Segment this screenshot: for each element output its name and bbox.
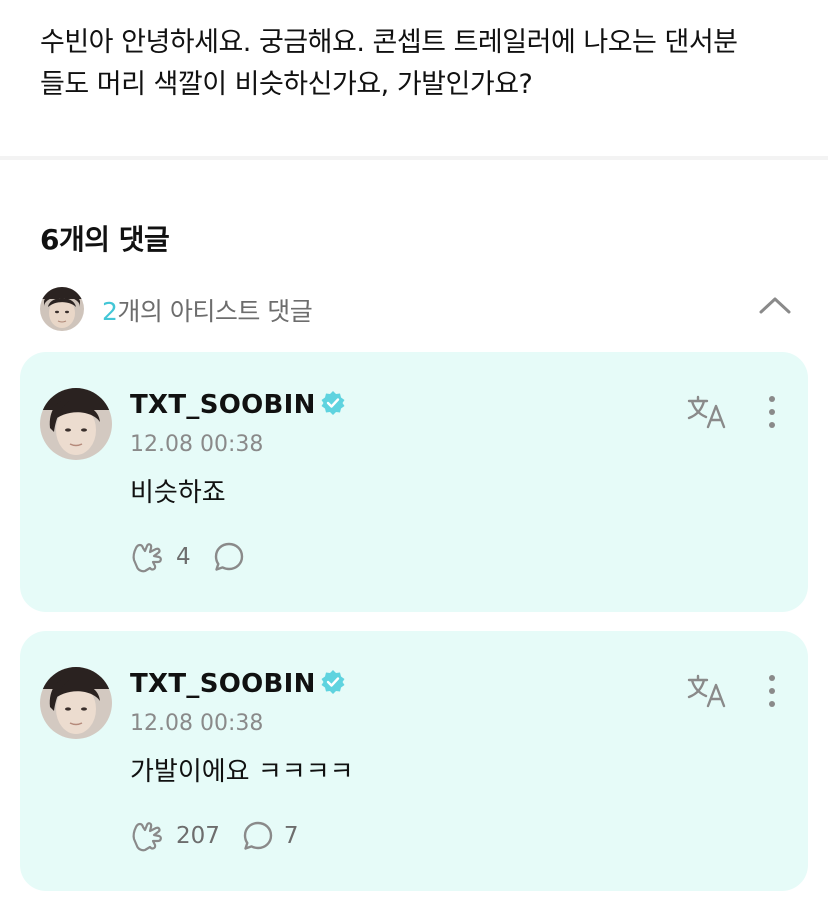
avatar[interactable] bbox=[40, 388, 112, 460]
comment-actions: 4 bbox=[130, 540, 255, 574]
cheer-icon[interactable] bbox=[130, 540, 164, 574]
translate-icon[interactable] bbox=[686, 673, 728, 709]
more-vertical-icon[interactable] bbox=[762, 673, 782, 709]
comment-timestamp: 12.08 00:38 bbox=[130, 432, 264, 457]
reply-count: 7 bbox=[283, 823, 299, 849]
section-divider bbox=[0, 156, 828, 160]
artist-comment-card: TXT_SOOBIN 12.08 00:38 비슷하죠 4 bbox=[20, 352, 808, 612]
artist-avatar bbox=[40, 287, 84, 331]
post-question-text: 수빈아 안녕하세요. 궁금해요. 콘셉트 트레일러에 나오는 댄서분 들도 머리… bbox=[40, 27, 738, 100]
more-vertical-icon[interactable] bbox=[762, 394, 782, 430]
artist-comments-label: 2개의 아티스트 댓글 bbox=[102, 292, 313, 328]
like-count: 207 bbox=[176, 823, 220, 849]
artist-comments-count: 2 bbox=[102, 297, 118, 326]
comment-bubble-icon[interactable] bbox=[213, 541, 245, 573]
translate-icon[interactable] bbox=[686, 394, 728, 430]
comments-count-title: 6개의 댓글 bbox=[40, 223, 170, 256]
verified-badge-icon bbox=[321, 391, 345, 415]
author-name: TXT_SOOBIN bbox=[130, 390, 316, 420]
comment-bubble-icon[interactable] bbox=[242, 820, 274, 852]
comment-timestamp: 12.08 00:38 bbox=[130, 711, 264, 736]
comment-text: 비슷하죠 bbox=[130, 478, 226, 508]
comment-author[interactable]: TXT_SOOBIN bbox=[130, 669, 346, 699]
avatar[interactable] bbox=[40, 667, 112, 739]
chevron-up-icon[interactable] bbox=[758, 293, 792, 317]
comment-text: 가발이에요 ㅋㅋㅋㅋ bbox=[130, 757, 354, 787]
comment-actions: 207 7 bbox=[130, 819, 299, 853]
comment-author[interactable]: TXT_SOOBIN bbox=[130, 390, 346, 420]
artist-comments-toggle[interactable]: 2개의 아티스트 댓글 bbox=[40, 285, 792, 331]
like-count: 4 bbox=[176, 544, 191, 570]
author-name: TXT_SOOBIN bbox=[130, 669, 316, 699]
verified-badge-icon bbox=[321, 670, 345, 694]
cheer-icon[interactable] bbox=[130, 819, 164, 853]
artist-comments-text: 개의 아티스트 댓글 bbox=[117, 297, 313, 326]
artist-comment-card: TXT_SOOBIN 12.08 00:38 가발이에요 ㅋㅋㅋㅋ 207 7 bbox=[20, 631, 808, 891]
